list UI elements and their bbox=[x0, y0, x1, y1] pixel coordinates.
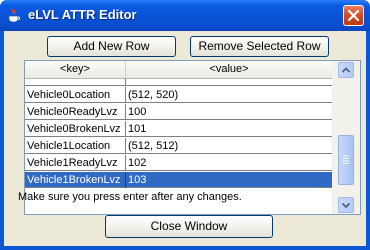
cell-key[interactable]: Vehicle0BrokenLvz bbox=[25, 121, 126, 137]
column-header-key[interactable]: <key> bbox=[25, 61, 126, 78]
scroll-down-button[interactable] bbox=[338, 197, 354, 213]
cell-value[interactable]: (512, 520) bbox=[126, 87, 332, 103]
grip-icon bbox=[343, 155, 349, 164]
table-row-partial[interactable] bbox=[25, 79, 332, 86]
table-header: <key> <value> bbox=[25, 61, 332, 79]
cell-value[interactable]: 101 bbox=[126, 121, 332, 137]
scroll-down-icon bbox=[341, 202, 351, 209]
scrollbar-thumb[interactable] bbox=[338, 135, 354, 185]
cell-value[interactable]: (512, 512) bbox=[126, 138, 332, 154]
close-x-icon bbox=[347, 9, 360, 22]
table-row[interactable]: Vehicle0BrokenLvz 101 bbox=[25, 121, 332, 137]
hint-text: Make sure you press enter after any chan… bbox=[18, 191, 242, 203]
scroll-up-icon bbox=[341, 67, 351, 73]
add-new-row-button[interactable]: Add New Row bbox=[47, 36, 176, 57]
java-cup-icon bbox=[7, 8, 21, 24]
app-window: eLVL ATTR Editor Add New Row Remove Sele… bbox=[0, 0, 370, 250]
cell-value[interactable]: 103 bbox=[126, 172, 332, 188]
remove-selected-row-button[interactable]: Remove Selected Row bbox=[190, 36, 329, 57]
cell-value[interactable] bbox=[126, 79, 332, 86]
table-row[interactable]: Vehicle0ReadyLvz 100 bbox=[25, 104, 332, 120]
dialog-content: Add New Row Remove Selected Row <key> <v… bbox=[4, 31, 366, 246]
cell-value[interactable]: 100 bbox=[126, 104, 332, 120]
title-bar[interactable]: eLVL ATTR Editor bbox=[0, 0, 370, 31]
close-window-button[interactable] bbox=[343, 5, 364, 26]
cell-key[interactable]: Vehicle1BrokenLvz bbox=[25, 172, 126, 188]
cell-key[interactable]: Vehicle1ReadyLvz bbox=[25, 155, 126, 171]
cell-key[interactable]: Vehicle0ReadyLvz bbox=[25, 104, 126, 120]
cell-key[interactable]: Vehicle0Location bbox=[25, 87, 126, 103]
table-row-selected[interactable]: Vehicle1BrokenLvz 103 bbox=[25, 172, 332, 188]
table-row[interactable]: Vehicle0Location (512, 520) bbox=[25, 87, 332, 103]
table-row[interactable]: Vehicle1ReadyLvz 102 bbox=[25, 155, 332, 171]
window-title: eLVL ATTR Editor bbox=[28, 7, 137, 22]
vertical-scrollbar[interactable] bbox=[332, 61, 360, 214]
column-header-value[interactable]: <value> bbox=[126, 61, 332, 78]
close-window-button-footer[interactable]: Close Window bbox=[105, 215, 273, 238]
table-row[interactable]: Vehicle1Location (512, 512) bbox=[25, 138, 332, 154]
cell-key[interactable]: Vehicle1Location bbox=[25, 138, 126, 154]
cell-key[interactable] bbox=[25, 79, 126, 86]
scroll-up-button[interactable] bbox=[338, 62, 354, 78]
cell-value[interactable]: 102 bbox=[126, 155, 332, 171]
